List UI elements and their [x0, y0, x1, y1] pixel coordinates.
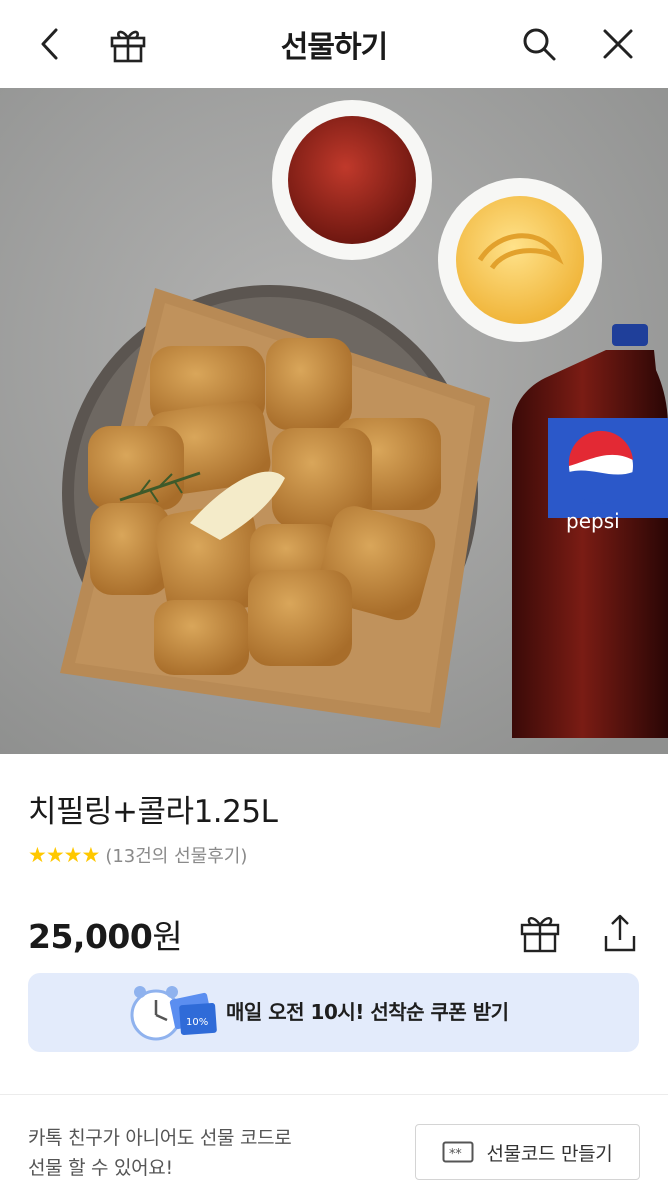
close-button[interactable] [596, 22, 640, 66]
note-line-2: 선물 할 수 있어요! [28, 1157, 173, 1179]
svg-text:10%: 10% [186, 1017, 208, 1028]
share-button[interactable] [596, 910, 644, 956]
product-rating[interactable]: ★★★★ (13건의 선물후기) [28, 842, 247, 868]
tomato-sauce-bowl [272, 100, 432, 260]
product-image: pepsi [0, 88, 668, 754]
svg-text:pepsi: pepsi [566, 509, 620, 533]
alarm-coupon-icon: 10% [130, 986, 217, 1041]
code-icon: ** [442, 1141, 474, 1163]
gift-code-note: 카톡 친구가 아니어도 선물 코드로 선물 할 수 있어요! [28, 1123, 292, 1183]
coupon-banner[interactable]: 10% 매일 오전 10시! 선착순 쿠폰 받기 [28, 973, 639, 1052]
coupon-text: 매일 오전 10시! 선착순 쿠폰 받기 [226, 1000, 509, 1024]
search-icon [523, 28, 556, 61]
gift-code-button[interactable]: ** 선물코드 만들기 [415, 1124, 640, 1180]
product-photo: pepsi [0, 88, 668, 754]
product-price: 25,000원 [28, 910, 183, 958]
price-amount: 25,000 [28, 917, 153, 956]
page-title: 선물하기 [280, 30, 388, 65]
note-line-1: 카톡 친구가 아니어도 선물 코드로 [28, 1127, 292, 1149]
rating-stars: ★★★★ [28, 843, 100, 867]
section-divider [0, 1094, 668, 1095]
price-unit: 원 [152, 917, 183, 956]
gift-icon [520, 917, 560, 953]
cola-bottle: pepsi [512, 324, 668, 738]
svg-text:**: ** [449, 1147, 462, 1162]
review-count: (13건의 선물후기) [105, 846, 248, 867]
search-button[interactable] [517, 22, 561, 66]
gift-action-button[interactable] [516, 910, 564, 956]
share-icon [604, 914, 636, 952]
top-bar: 선물하기 [0, 0, 668, 88]
cheese-sauce-bowl [438, 178, 602, 342]
product-name: 치필링+콜라1.25L [28, 794, 278, 830]
gift-code-button-label: 선물코드 만들기 [486, 1142, 613, 1165]
close-icon [603, 29, 633, 59]
